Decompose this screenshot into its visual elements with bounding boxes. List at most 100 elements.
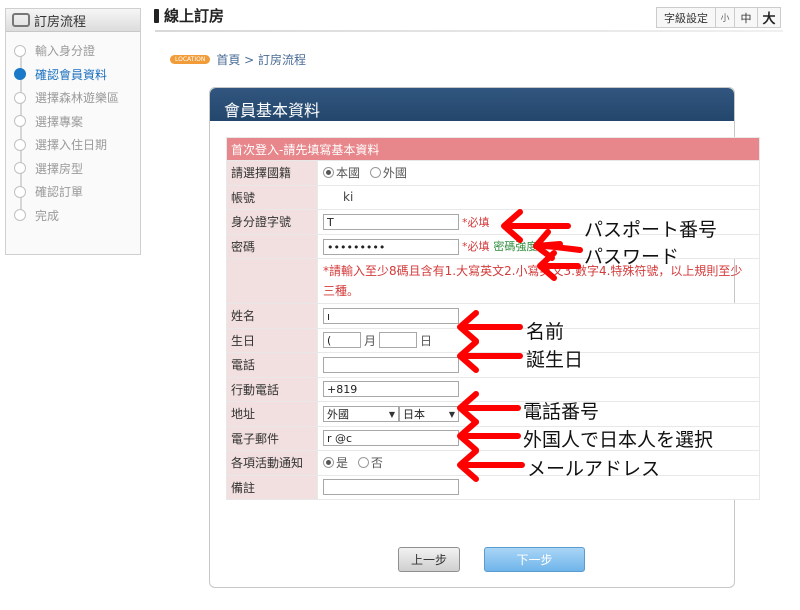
phone-input[interactable] (323, 356, 459, 373)
step-item: 選擇森林遊樂區 (14, 86, 140, 110)
step-item: 輸入身分證 (14, 39, 140, 63)
table-row: 姓名 ı (226, 303, 760, 329)
address-region-value: 日本 (403, 407, 425, 421)
mobile-input[interactable]: +819 (323, 381, 459, 398)
email-input[interactable]: r @c (323, 430, 459, 447)
sidebar-title: 訂房流程 (34, 14, 87, 30)
address-label: 地址 (226, 401, 318, 427)
step-label: 選擇入住日期 (35, 138, 108, 153)
password-input[interactable]: ••••••••• (323, 238, 459, 255)
nationality-local-radio[interactable] (323, 167, 334, 179)
birth-year-input[interactable]: ( (323, 332, 361, 349)
account-field: ki (317, 184, 760, 210)
table-row: 各項活動通知 是 否 (226, 450, 760, 476)
name-annotation: 名前 (526, 321, 565, 343)
table-row: 地址 外國 ▼ 日本 ▼ (226, 401, 760, 427)
birth-month-input[interactable] (379, 332, 418, 349)
step-item: 完成 (14, 204, 140, 228)
step-label: 完成 (35, 208, 60, 223)
phone-label: 電話 (226, 352, 318, 378)
account-label: 帳號 (226, 184, 318, 210)
step-label: 確認會員資料 (35, 67, 108, 82)
id-number-label: 身分證字號 (226, 209, 318, 235)
header-divider (155, 30, 783, 32)
table-row: 行動電話 +819 (226, 376, 760, 402)
password-strength: 密碼強度 (493, 240, 538, 253)
step-dot-icon (14, 68, 26, 81)
notify-yes-radio[interactable] (323, 457, 334, 469)
birthday-label: 生日 (226, 327, 318, 353)
prev-step-button[interactable]: 上一步 (398, 547, 460, 572)
day-label: 日 (420, 333, 433, 348)
password-label: 密碼 (226, 233, 318, 259)
table-row: 電話 (226, 352, 760, 378)
nationality-local-label: 本國 (336, 166, 361, 181)
step-item-current: 確認會員資料 (14, 63, 140, 87)
foreigner-annotation: 外国人で日本人を選択 (523, 429, 714, 451)
step-label: 輸入身分證 (35, 44, 96, 59)
table-row: 生日 (月 日 (226, 327, 760, 353)
memo-input[interactable] (323, 479, 459, 496)
notify-yes-label: 是 (336, 456, 349, 471)
notify-no-radio[interactable] (357, 457, 369, 469)
table-row: 備註 (226, 474, 760, 500)
memo-label: 備註 (226, 474, 318, 500)
id-number-input[interactable]: T (323, 214, 459, 230)
form-caption: 首次登入-請先填寫基本資料 (226, 137, 760, 161)
password-required-note: *必填 (462, 240, 490, 253)
font-medium-button[interactable]: 中 (735, 8, 758, 27)
step-label: 選擇房型 (35, 161, 84, 176)
title-marker-icon (154, 8, 159, 23)
step-item: 選擇房型 (14, 157, 140, 181)
month-label: 月 (364, 333, 377, 348)
step-dot-icon (14, 44, 26, 57)
step-label: 選擇專案 (35, 114, 84, 129)
nationality-label: 請選擇國籍 (226, 160, 318, 186)
step-list: 輸入身分證 確認會員資料 選擇森林遊樂區 選擇專案 選擇入住日期 選擇房型 確認… (6, 32, 140, 227)
panel-header: 會員基本資料 (210, 88, 734, 121)
font-large-button[interactable]: 大 (758, 8, 780, 27)
rule-label-empty (226, 258, 318, 304)
step-dot-icon (14, 138, 26, 151)
step-item: 選擇專案 (14, 110, 140, 134)
step-dot-icon (14, 115, 26, 128)
passport-annotation: パスポート番号 (584, 219, 718, 241)
email-label: 電子郵件 (226, 425, 318, 451)
font-small-button[interactable]: 小 (716, 8, 735, 27)
panel-title: 會員基本資料 (224, 101, 321, 120)
address-country-select[interactable]: 外國 ▼ (323, 405, 399, 422)
address-country-value: 外國 (327, 407, 349, 421)
step-dot-icon (14, 209, 26, 222)
dropdown-arrow-icon: ▼ (448, 409, 455, 419)
breadcrumb: LOCATION 首頁 > 訂房流程 (170, 51, 306, 68)
table-row: 請選擇國籍 本國 外國 (226, 160, 760, 186)
address-region-select[interactable]: 日本 ▼ (399, 405, 459, 422)
step-label: 確認訂單 (35, 185, 84, 200)
name-label: 姓名 (226, 303, 318, 329)
password-rule-text: *請輸入至少8碼且含有1.大寫英文2.小寫英文3.數字4.特殊符號，以上規則至少… (317, 258, 760, 304)
name-input[interactable]: ı (323, 307, 459, 324)
phone-annotation: 電話番号 (523, 401, 600, 423)
birthday-annotation: 誕生日 (526, 349, 584, 371)
step-item: 選擇入住日期 (14, 133, 140, 157)
step-dot-icon (14, 91, 26, 104)
step-dot-icon (14, 162, 26, 175)
booking-icon (12, 13, 30, 27)
id-required-note: *必填 (462, 215, 490, 229)
font-size-label: 字級設定 (657, 8, 716, 27)
step-label: 選擇森林遊樂區 (35, 91, 120, 106)
account-value: ki (343, 190, 354, 205)
nationality-foreign-radio[interactable] (369, 167, 381, 179)
notify-no-label: 否 (370, 456, 383, 471)
mobile-label: 行動電話 (226, 376, 318, 402)
next-step-button[interactable]: 下一步 (484, 547, 585, 572)
font-size-control: 字級設定 小 中 大 (656, 7, 781, 28)
notify-label: 各項活動通知 (226, 450, 318, 476)
dropdown-arrow-icon: ▼ (388, 409, 395, 419)
page-title: 線上訂房 (164, 7, 225, 25)
breadcrumb-path[interactable]: 首頁 > 訂房流程 (216, 51, 306, 68)
table-row: *請輸入至少8碼且含有1.大寫英文2.小寫英文3.數字4.特殊符號，以上規則至少… (226, 258, 760, 304)
table-row: 帳號 ki (226, 184, 760, 210)
step-dot-icon (14, 185, 26, 198)
password-annotation: パスワード (584, 246, 680, 268)
